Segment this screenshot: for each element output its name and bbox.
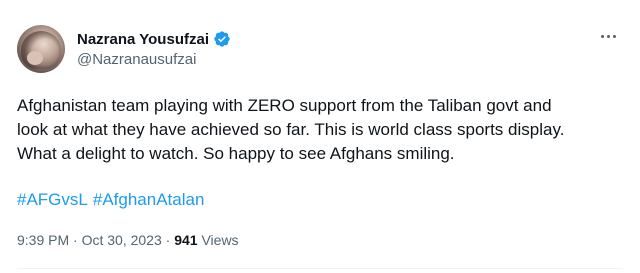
tweet-text-line: Afghanistan team playing with ZERO suppo… [17, 96, 552, 115]
more-dot [612, 34, 616, 38]
meta-separator: · [161, 232, 175, 248]
avatar[interactable] [17, 25, 65, 73]
avatar-photo [21, 31, 61, 69]
meta-separator: · [69, 232, 82, 248]
avatar-photo-detail [27, 51, 43, 65]
more-horizontal-icon[interactable] [596, 26, 620, 46]
more-dot [600, 34, 604, 38]
author-name[interactable]: Nazrana Yousufzai [77, 31, 209, 48]
more-dot [606, 34, 610, 38]
tweet-date[interactable]: Oct 30, 2023 [82, 232, 162, 248]
views-count: 941 [174, 232, 198, 248]
author-name-row[interactable]: Nazrana Yousufzai [77, 29, 231, 49]
tweet-meta: 9:39 PM · Oct 30, 2023 · 941 Views [17, 232, 239, 248]
hashtag-link[interactable]: #AfghanAtalan [93, 190, 205, 209]
views-label: Views [197, 232, 239, 248]
verified-badge-icon [214, 31, 230, 47]
author-handle[interactable]: @Nazranausufzai [77, 51, 196, 68]
tweet-card[interactable]: Nazrana Yousufzai @Nazranausufzai Afghan… [0, 0, 640, 273]
hashtags: #AFGvsL #AfghanAtalan [17, 188, 209, 212]
hashtag-link[interactable]: #AFGvsL [17, 190, 88, 209]
tweet-text-line: look at what they have achieved so far. … [17, 120, 565, 139]
tweet-text-line: What a delight to watch. So happy to see… [17, 144, 455, 163]
divider [17, 268, 623, 269]
tweet-text: Afghanistan team playing with ZERO suppo… [17, 94, 627, 166]
tweet-time[interactable]: 9:39 PM [17, 232, 69, 248]
